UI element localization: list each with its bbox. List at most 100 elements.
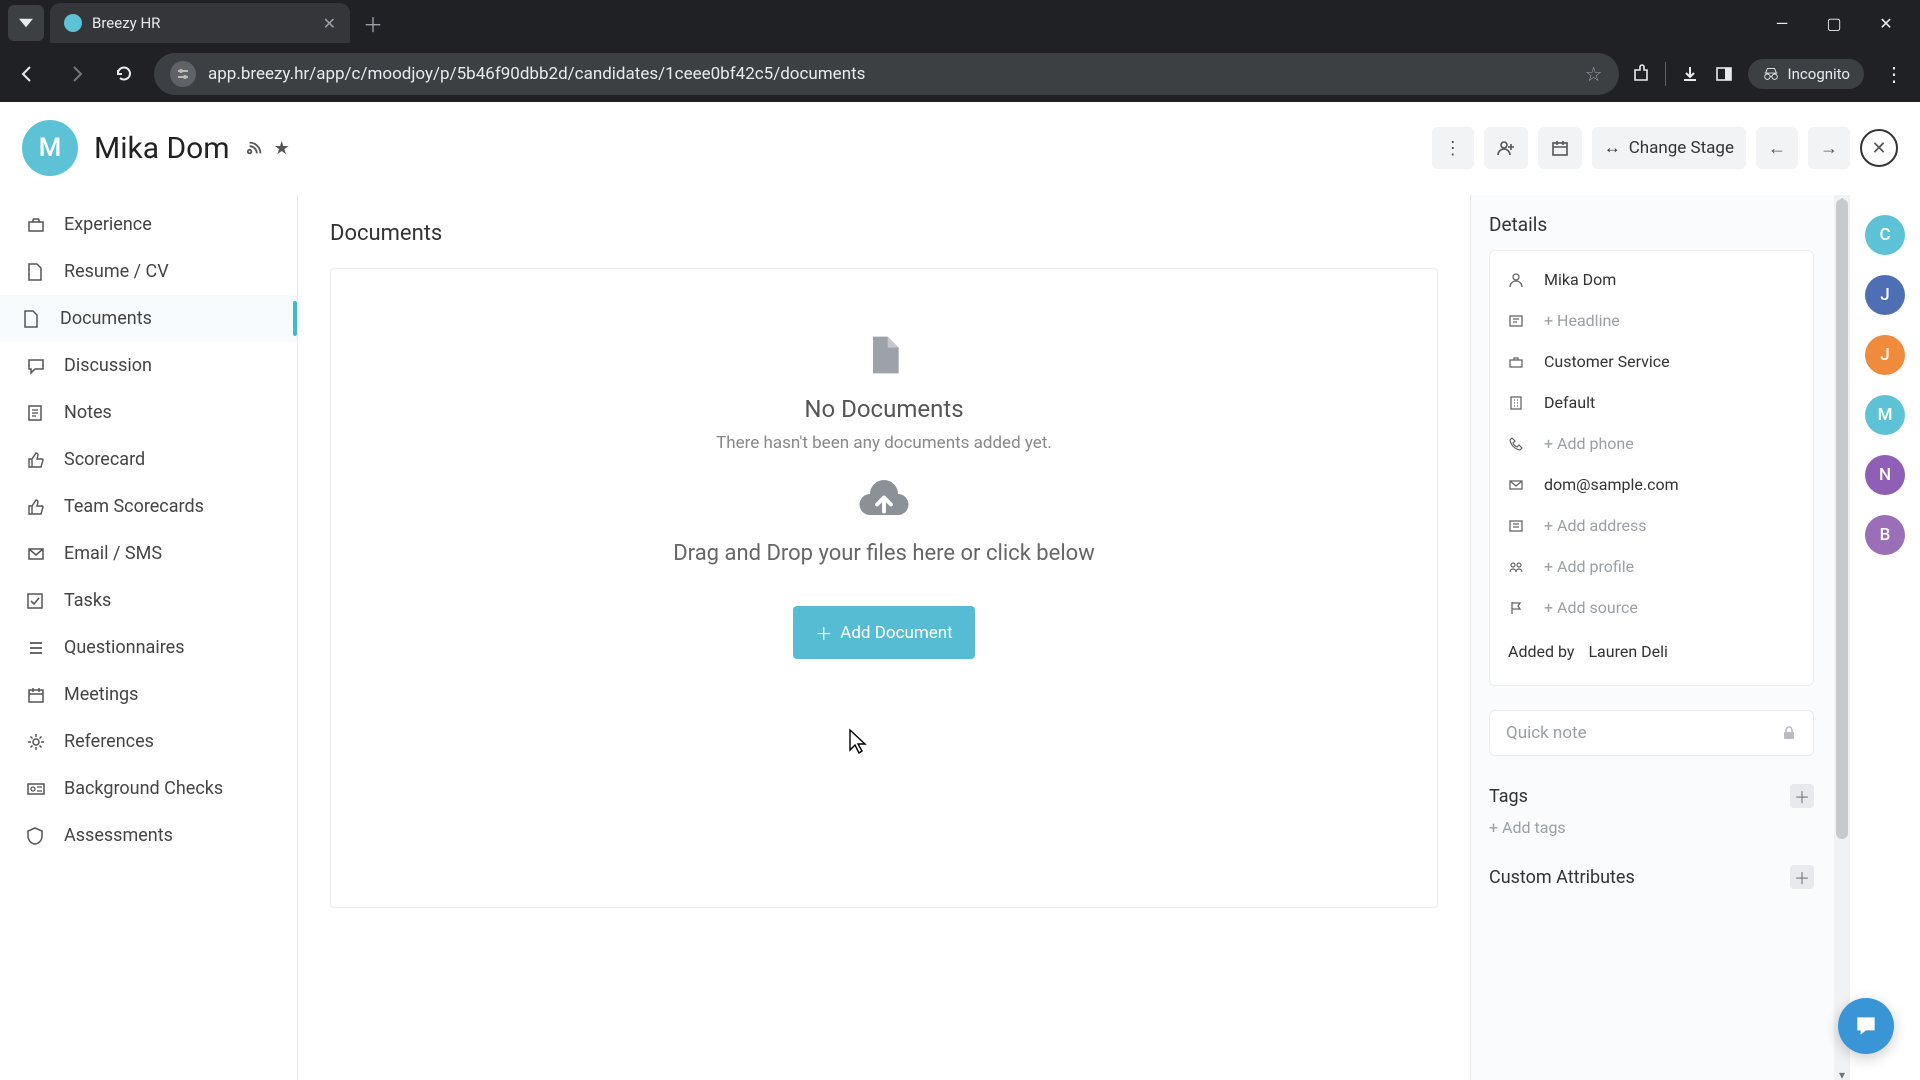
url-field[interactable]: app.breezy.hr/app/c/moodjoy/p/5b46f90dbb…: [154, 53, 1619, 95]
sidebar-item-discussion[interactable]: Discussion: [0, 342, 297, 389]
toolbar-right: Incognito ⋮: [1631, 59, 1910, 89]
tags-placeholder[interactable]: + Add tags: [1489, 818, 1814, 837]
puzzle-icon: [1631, 64, 1651, 84]
favicon-icon: [64, 14, 82, 32]
building-icon: [1508, 395, 1528, 411]
extensions-button[interactable]: [1631, 64, 1651, 84]
detail-row-text: + Add address: [1544, 516, 1647, 535]
detail-row-user[interactable]: Mika Dom: [1490, 259, 1813, 300]
more-actions-button[interactable]: ⋮: [1432, 127, 1474, 169]
sidebar-item-experience[interactable]: Experience: [0, 201, 297, 248]
window-close-button[interactable]: ✕: [1872, 14, 1900, 33]
detail-row-profile[interactable]: + Add profile: [1490, 546, 1813, 587]
star-icon[interactable]: ★: [274, 138, 290, 159]
details-scrollbar[interactable]: ▴ ▾: [1834, 195, 1850, 1080]
sidebar-item-assessments[interactable]: Assessments: [0, 812, 297, 859]
rail-avatar[interactable]: J: [1865, 335, 1905, 375]
close-panel-button[interactable]: ✕: [1860, 129, 1898, 167]
sidebar-item-label: Questionnaires: [64, 637, 185, 658]
sidebar-item-background-checks[interactable]: Background Checks: [0, 765, 297, 812]
sidebar-item-label: Resume / CV: [64, 261, 169, 282]
sidepanel-button[interactable]: [1714, 64, 1734, 84]
detail-row-address[interactable]: + Add address: [1490, 505, 1813, 546]
detail-row-flag[interactable]: + Add source: [1490, 587, 1813, 628]
downloads-button[interactable]: [1680, 64, 1700, 84]
change-stage-button[interactable]: ↔ Change Stage: [1592, 127, 1746, 169]
candidate-avatar[interactable]: M: [22, 120, 78, 176]
sidebar-item-documents[interactable]: Documents: [0, 295, 297, 342]
add-tag-button[interactable]: ＋: [1790, 784, 1814, 808]
nav-reload-button[interactable]: [106, 56, 142, 92]
sidebar: Experience Resume / CV DocumentsDiscussion…: [0, 195, 298, 1080]
nav-back-button[interactable]: [10, 56, 46, 92]
sidebar-item-meetings[interactable]: Meetings: [0, 671, 297, 718]
phone-icon: [1508, 436, 1528, 452]
arrow-right-icon: [66, 64, 86, 84]
sidebar-item-team-scorecards[interactable]: Team Scorecards: [0, 483, 297, 530]
file-icon: [26, 262, 48, 282]
arrow-left-icon: [18, 64, 38, 84]
new-tab-button[interactable]: ＋: [356, 6, 390, 40]
address-icon: [1508, 518, 1528, 534]
assign-user-button[interactable]: [1484, 127, 1528, 169]
next-candidate-button[interactable]: →: [1808, 127, 1850, 169]
sidebar-item-tasks[interactable]: Tasks: [0, 577, 297, 624]
reload-icon: [114, 64, 134, 84]
chat-fab-button[interactable]: [1838, 998, 1894, 1054]
add-attribute-button[interactable]: ＋: [1790, 865, 1814, 889]
rail-avatar[interactable]: J: [1865, 275, 1905, 315]
nav-forward-button[interactable]: [58, 56, 94, 92]
rail-avatar[interactable]: N: [1865, 455, 1905, 495]
detail-row-phone[interactable]: + Add phone: [1490, 423, 1813, 464]
added-by-label: Added by: [1508, 642, 1574, 661]
tab-search-button[interactable]: [8, 5, 44, 41]
sidebar-item-label: Meetings: [64, 684, 138, 705]
window-minimize-button[interactable]: ―: [1768, 14, 1796, 33]
sidebar-item-notes[interactable]: Notes: [0, 389, 297, 436]
sidebar-item-label: Team Scorecards: [64, 496, 204, 517]
tune-icon: [176, 67, 190, 81]
detail-row-building[interactable]: Default: [1490, 382, 1813, 423]
rss-icon[interactable]: [246, 139, 264, 157]
details-title: Details: [1489, 213, 1814, 236]
browser-tab[interactable]: Breezy HR ✕: [50, 3, 350, 43]
details-card: Mika Dom+ HeadlineCustomer ServiceDefaul…: [1489, 250, 1814, 686]
bookmark-button[interactable]: ☆: [1585, 62, 1603, 86]
calendar-icon: [26, 685, 48, 705]
add-document-button[interactable]: ＋ Add Document: [793, 606, 974, 659]
quick-note-input[interactable]: Quick note: [1489, 710, 1814, 756]
detail-row-headline[interactable]: + Headline: [1490, 300, 1813, 341]
details-panel: Details Mika Dom+ HeadlineCustomer Servi…: [1470, 195, 1850, 1080]
calendar-icon: [1550, 138, 1570, 158]
id-icon: [26, 779, 48, 799]
detail-row-mail[interactable]: dom@sample.com: [1490, 464, 1813, 505]
site-info-button[interactable]: [170, 61, 196, 87]
rail-avatar[interactable]: B: [1865, 515, 1905, 555]
rail-avatar[interactable]: C: [1865, 215, 1905, 255]
browser-chrome: Breezy HR ✕ ＋ ― ▢ ✕ app.breezy.hr/app/c/…: [0, 0, 1920, 102]
empty-subtitle: There hasn't been any documents added ye…: [716, 433, 1052, 453]
schedule-button[interactable]: [1538, 127, 1582, 169]
window-maximize-button[interactable]: ▢: [1820, 14, 1848, 33]
gear-icon: [26, 732, 48, 752]
prev-candidate-button[interactable]: ←: [1756, 127, 1798, 169]
tags-title: Tags: [1489, 786, 1528, 807]
sidebar-item-scorecard[interactable]: Scorecard: [0, 436, 297, 483]
added-by-value[interactable]: Lauren Deli: [1588, 642, 1667, 661]
briefcase-icon: [26, 215, 48, 235]
incognito-chip[interactable]: Incognito: [1748, 59, 1864, 89]
sidebar-item-references[interactable]: References: [0, 718, 297, 765]
sidebar-item-resume-cv[interactable]: Resume / CV: [0, 248, 297, 295]
flag-icon: [1508, 600, 1528, 616]
rail-avatar[interactable]: M: [1865, 395, 1905, 435]
chat-icon: [26, 356, 48, 376]
detail-row-briefcase[interactable]: Customer Service: [1490, 341, 1813, 382]
tab-close-button[interactable]: ✕: [323, 14, 336, 33]
sidebar-item-questionnaires[interactable]: Questionnaires: [0, 624, 297, 671]
sidebar-item-email-sms[interactable]: Email / SMS: [0, 530, 297, 577]
custom-attributes-section: Custom Attributes ＋: [1489, 865, 1814, 889]
panel-icon: [1714, 64, 1734, 84]
document-icon: [862, 333, 906, 377]
browser-menu-button[interactable]: ⋮: [1878, 62, 1910, 86]
scroll-thumb[interactable]: [1836, 199, 1848, 839]
